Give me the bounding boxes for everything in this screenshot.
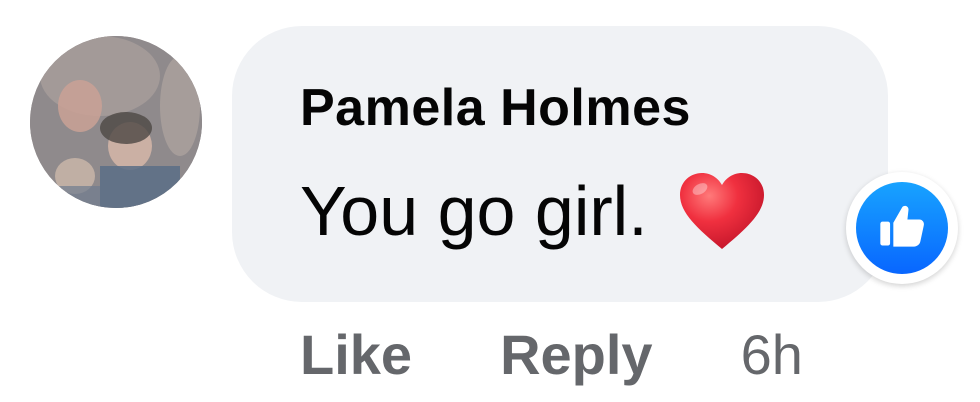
comment-text: You go girl. xyxy=(300,172,648,250)
avatar[interactable] xyxy=(30,36,202,208)
comment-bubble: Pamela Holmes You go girl. xyxy=(232,26,888,302)
comment-timestamp[interactable]: 6h xyxy=(741,322,803,387)
comment-text-row: You go girl. xyxy=(300,171,766,251)
reply-button[interactable]: Reply xyxy=(500,322,653,387)
like-reaction-badge[interactable] xyxy=(846,172,958,284)
thumbs-up-icon xyxy=(876,200,928,257)
comment-author[interactable]: Pamela Holmes xyxy=(300,78,691,138)
comment-actions: Like Reply 6h xyxy=(300,322,803,387)
like-button[interactable]: Like xyxy=(300,322,412,387)
heart-icon xyxy=(678,171,766,251)
comment: Pamela Holmes You go girl. Like Reply 6h xyxy=(0,0,980,402)
reaction-circle xyxy=(856,182,948,274)
